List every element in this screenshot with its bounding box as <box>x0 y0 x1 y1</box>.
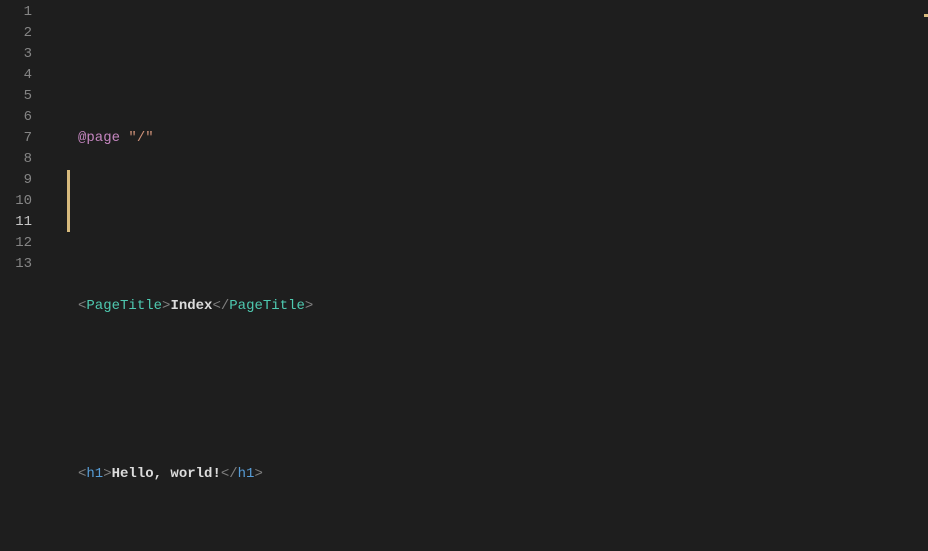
line-number: 8 <box>0 149 50 170</box>
tag-text: Index <box>170 298 212 314</box>
code-line[interactable]: <PageTitle>Index</PageTitle> <box>50 296 928 317</box>
code-area[interactable]: @page "/" <PageTitle>Index</PageTitle> <… <box>50 0 928 551</box>
line-number: 6 <box>0 107 50 128</box>
razor-directive: @page <box>78 130 120 146</box>
line-number: 10 <box>0 191 50 212</box>
overview-mark <box>924 14 928 17</box>
code-line[interactable] <box>50 380 928 401</box>
line-number: 9 <box>0 170 50 191</box>
tag-text: Hello, world! <box>112 466 221 482</box>
line-number: 3 <box>0 44 50 65</box>
overview-ruler[interactable] <box>924 0 928 551</box>
code-line[interactable]: <h1>Hello, world!</h1> <box>50 464 928 485</box>
line-number: 12 <box>0 233 50 254</box>
line-number-gutter: 1 2 3 4 5 6 7 8 9 10 11 12 13 <box>0 0 50 551</box>
code-editor[interactable]: 1 2 3 4 5 6 7 8 9 10 11 12 13 @page "/" … <box>0 0 928 551</box>
line-number: 5 <box>0 86 50 107</box>
code-line[interactable]: @page "/" <box>50 128 928 149</box>
line-number: 13 <box>0 254 50 275</box>
code-line[interactable] <box>50 212 928 233</box>
line-number-current: 11 <box>0 212 50 233</box>
html-tag: h1 <box>86 466 103 482</box>
line-number: 2 <box>0 23 50 44</box>
line-number: 7 <box>0 128 50 149</box>
string-literal: "/" <box>128 130 153 146</box>
component-tag: PageTitle <box>86 298 162 314</box>
line-number: 4 <box>0 65 50 86</box>
line-number: 1 <box>0 2 50 23</box>
